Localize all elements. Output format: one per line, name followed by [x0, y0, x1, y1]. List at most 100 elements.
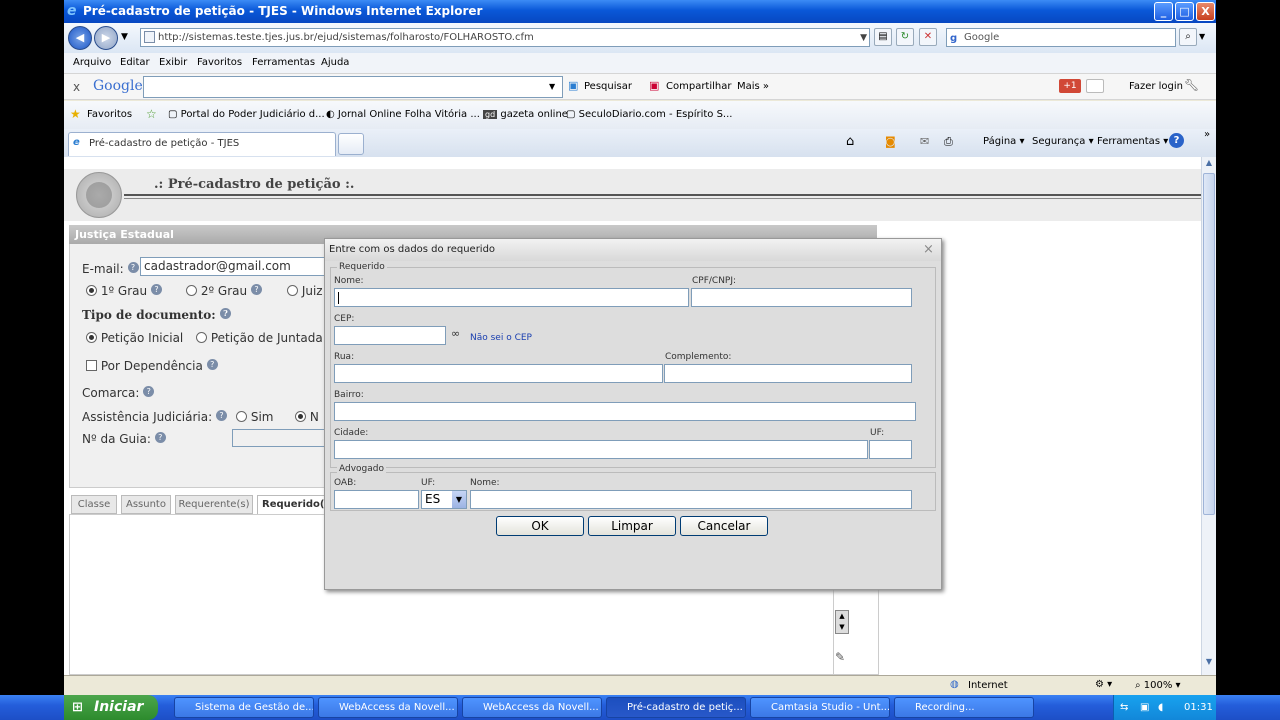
peticao-inicial-option[interactable]: Petição Inicial [86, 331, 183, 345]
chevron-more-icon[interactable]: » [1204, 129, 1210, 140]
ok-button[interactable]: OK [496, 516, 584, 536]
share-button[interactable]: Compartilhar [666, 81, 731, 92]
mail-icon[interactable]: ✉ [920, 135, 929, 148]
limpar-button[interactable]: Limpar [588, 516, 676, 536]
google-search-input[interactable] [143, 76, 563, 98]
fav-item-seculo[interactable]: ▢ SeculoDiario.com - Espírito S... [566, 109, 732, 120]
network-icon[interactable]: ⇆ [1120, 695, 1128, 720]
por-dependencia-checkbox[interactable]: Por Dependência ? [86, 359, 218, 373]
sim-option[interactable]: Sim [236, 410, 273, 424]
dialog-close-icon[interactable]: × [923, 242, 934, 257]
maximize-button[interactable]: □ [1175, 2, 1194, 21]
vertical-scrollbar[interactable]: ▲ ▼ [1201, 157, 1216, 675]
help-icon[interactable]: ? [250, 284, 262, 295]
favorites-button[interactable]: Favoritos [87, 109, 132, 120]
menu-exibir[interactable]: Exibir [159, 57, 187, 68]
cidade-field[interactable] [334, 440, 868, 459]
feeds-icon[interactable]: ◙ [885, 135, 896, 148]
email-field[interactable]: cadastrador@gmail.com [140, 257, 330, 276]
nao-sei-cep-link[interactable]: Não sei o CEP [470, 333, 532, 343]
help-icon[interactable]: ? [206, 359, 218, 370]
grau2-option[interactable]: 2º Grau ? [186, 284, 262, 298]
search-options-icon[interactable]: ▼ [1199, 32, 1205, 41]
scroll-down-icon[interactable]: ▼ [1203, 657, 1215, 671]
home-icon[interactable]: ⌂ [846, 134, 854, 149]
tab-requeridos[interactable]: Requerido( [257, 495, 327, 514]
fav-item-gazeta[interactable]: gd gazeta online [483, 109, 568, 120]
search-input[interactable]: g Google [946, 28, 1176, 47]
add-favorite-icon[interactable]: ☆ [146, 107, 157, 121]
history-dropdown-icon[interactable]: ▼ [121, 32, 128, 42]
tab-classe[interactable]: Classe [71, 495, 117, 514]
binoculars-icon[interactable]: ∞ [451, 327, 460, 340]
task-pre-cadastro[interactable]: Pré-cadastro de petiç... [606, 697, 746, 718]
volume-icon[interactable]: ◖ [1158, 695, 1163, 720]
oab-field[interactable] [334, 490, 419, 509]
login-link[interactable]: Fazer login [1129, 81, 1183, 92]
grau3-option[interactable]: Juiz [287, 284, 323, 298]
edit-icon[interactable]: ✎ [835, 650, 845, 664]
tab-assunto[interactable]: Assunto [121, 495, 171, 514]
tab-requerentes[interactable]: Requerente(s) [175, 495, 253, 514]
grau1-option[interactable]: 1º Grau ? [86, 284, 162, 298]
close-window-button[interactable]: X [1196, 2, 1215, 21]
fav-item-portal[interactable]: ▢ Portal do Poder Judiciário d... [168, 109, 325, 120]
advogado-nome-field[interactable] [470, 490, 912, 509]
google-search-button[interactable]: Pesquisar [584, 81, 632, 92]
help-icon[interactable]: ? [143, 386, 155, 397]
address-input[interactable]: http://sistemas.teste.tjes.jus.br/ejud/s… [140, 28, 870, 47]
task-webaccess-2[interactable]: WebAccess da Novell... [462, 697, 602, 718]
rua-field[interactable] [334, 364, 663, 383]
tab-active[interactable]: e Pré-cadastro de petição - TJES [68, 132, 336, 156]
plus-one-button[interactable]: +1 [1059, 79, 1081, 93]
complemento-field[interactable] [664, 364, 912, 383]
zoom-control[interactable]: ⌕ 100% ▾ [1135, 680, 1181, 691]
bairro-field[interactable] [334, 402, 916, 421]
lock-icon[interactable]: ▣ [1140, 695, 1149, 720]
nao-option[interactable]: N [295, 410, 319, 424]
menu-ferramentas[interactable]: Ferramentas [252, 57, 315, 68]
search-button[interactable]: ⌕ [1179, 28, 1197, 46]
forward-button[interactable]: ▶ [94, 26, 118, 50]
scroll-up-icon[interactable]: ▲ [1203, 158, 1215, 172]
reorder-icon[interactable]: ▲ ▼ [835, 610, 849, 634]
print-icon[interactable]: ⎙ [944, 135, 953, 149]
uf-select[interactable]: ES ▼ [421, 490, 467, 509]
fav-item-jornal[interactable]: ◐ Jornal Online Folha Vitória ... [326, 109, 480, 120]
help-icon[interactable]: ? [154, 432, 166, 443]
nome-field[interactable] [334, 288, 689, 307]
menu-editar[interactable]: Editar [120, 57, 150, 68]
task-camtasia[interactable]: Camtasia Studio - Unt... [750, 697, 890, 718]
cancelar-button[interactable]: Cancelar [680, 516, 768, 536]
security-menu[interactable]: Segurança ▾ [1032, 136, 1094, 147]
scroll-thumb[interactable] [1203, 173, 1215, 515]
help-icon[interactable]: ? [150, 284, 162, 295]
page-menu[interactable]: Página ▾ [983, 136, 1025, 147]
toolbar-close-icon[interactable]: x [73, 80, 80, 94]
cpf-field[interactable] [691, 288, 912, 307]
menu-arquivo[interactable]: Arquivo [73, 57, 111, 68]
chevron-down-icon[interactable]: ▼ [452, 491, 466, 508]
task-recording[interactable]: Recording... [894, 697, 1034, 718]
stop-icon[interactable]: ✕ [919, 28, 937, 46]
tools-menu[interactable]: Ferramentas ▾ [1097, 136, 1168, 147]
new-tab-button[interactable] [338, 133, 364, 155]
start-button[interactable]: ⊞ Iniciar [64, 695, 158, 720]
menu-ajuda[interactable]: Ajuda [321, 57, 349, 68]
compat-icon[interactable]: ▤ [874, 28, 892, 46]
menu-favoritos[interactable]: Favoritos [197, 57, 242, 68]
cep-field[interactable] [334, 326, 446, 345]
back-button[interactable]: ◀ [68, 26, 92, 50]
task-sistema[interactable]: Sistema de Gestão de... [174, 697, 314, 718]
peticao-juntada-option[interactable]: Petição de Juntada [196, 331, 323, 345]
refresh-icon[interactable]: ↻ [896, 28, 914, 46]
help-icon[interactable]: ? [215, 410, 227, 421]
guia-field[interactable] [232, 429, 332, 447]
protected-mode-icon[interactable]: ⚙ ▾ [1095, 679, 1112, 690]
help-icon[interactable]: ? [1169, 133, 1184, 148]
more-button[interactable]: Mais » [737, 81, 769, 92]
address-dropdown-icon[interactable]: ▼ [860, 30, 867, 47]
help-icon[interactable]: ? [127, 262, 139, 273]
minimize-button[interactable]: _ [1154, 2, 1173, 21]
uf-field[interactable] [869, 440, 912, 459]
